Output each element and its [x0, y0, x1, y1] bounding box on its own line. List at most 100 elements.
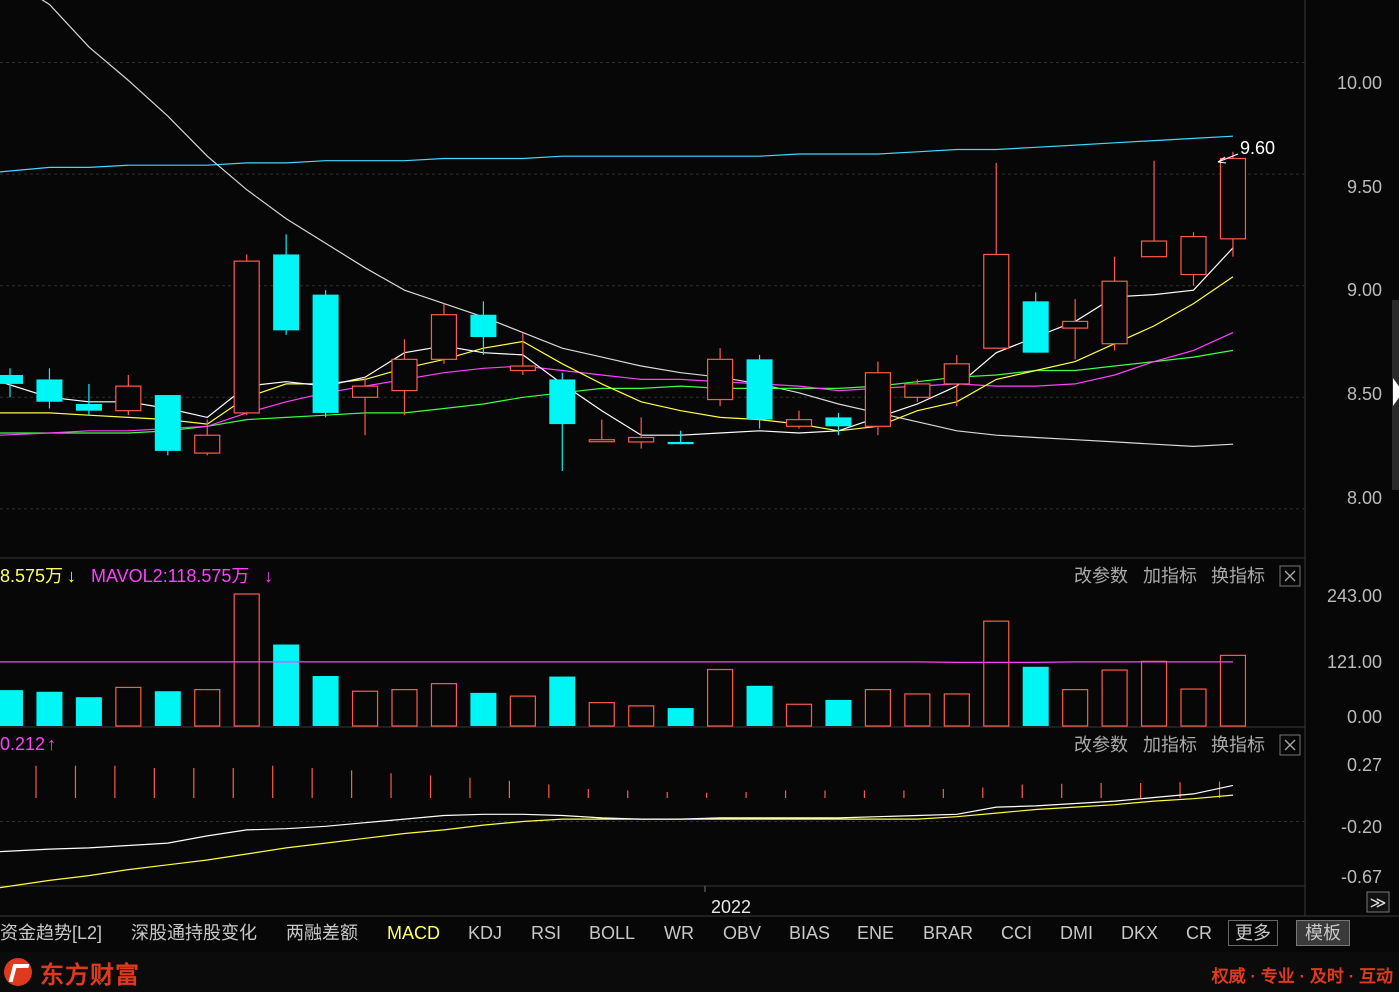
moving-average-lines [0, 0, 1234, 448]
tab-brar[interactable]: BRAR [923, 918, 973, 948]
volume-bar-up [1219, 654, 1247, 727]
macd-tick: -0.20 [1341, 817, 1382, 837]
macd-params-button[interactable]: 改参数 [1074, 735, 1128, 755]
volume-bar-up [904, 693, 931, 727]
candle-body-down [36, 379, 63, 402]
indicator-tab-bar: 资金趋势[L2] 深股通持股变化 两融差额 MACD KDJ RSI BOLL … [0, 918, 1399, 948]
volume-bar-down [273, 644, 300, 726]
brand-logo[interactable]: 东方财富 [4, 956, 140, 989]
candle-body-up [904, 383, 931, 398]
price-tick: 9.00 [1347, 280, 1382, 300]
candle-body-down [470, 314, 497, 338]
volume-bar-down [549, 676, 576, 726]
volume-bar-up [628, 705, 655, 727]
mavol1-legend: 8.575万 [0, 566, 63, 586]
tab-wr[interactable]: WR [664, 918, 694, 948]
volume-bar-down [36, 691, 63, 726]
slogan: 权威 · 专业 · 及时 · 互动 [1211, 967, 1393, 986]
volume-bar-up [706, 668, 734, 727]
ma250-line [0, 135, 1234, 173]
price-tick: 8.00 [1347, 488, 1382, 508]
macd-swap-indicator-button[interactable]: 换指标 [1211, 735, 1265, 755]
volume-bar-up [1180, 688, 1207, 727]
tab-boll[interactable]: BOLL [589, 918, 635, 948]
volume-bar-up [194, 689, 221, 727]
candle-body-up [509, 365, 536, 372]
tab-dmi[interactable]: DMI [1060, 918, 1093, 948]
candle-body-up [1180, 235, 1207, 276]
macd-add-indicator-button[interactable]: 加指标 [1143, 735, 1197, 755]
candle-body-up [1140, 240, 1168, 258]
volume-bar-down [1022, 666, 1049, 726]
candle-body-up [588, 439, 615, 443]
macd-legend-arrow: ↑ [47, 734, 56, 754]
logo-text: 东方财富 [40, 961, 140, 989]
expand-axis-button[interactable]: ≫ [1366, 891, 1390, 913]
tab-rsi[interactable]: RSI [531, 918, 561, 948]
volume-swap-indicator-button[interactable]: 换指标 [1211, 566, 1265, 586]
volume-tick: 121.00 [1327, 652, 1382, 672]
candle-body-down [1022, 301, 1049, 353]
macd-series [0, 765, 1305, 889]
mavol2-arrow: ↓ [264, 566, 273, 586]
tab-macd[interactable]: MACD [387, 918, 440, 948]
more-button[interactable]: 更多 [1228, 920, 1278, 946]
volume-bar-up [1101, 669, 1128, 727]
tab-cr[interactable]: CR [1186, 918, 1212, 948]
volume-params-button[interactable]: 改参数 [1074, 566, 1128, 586]
chart-canvas[interactable]: 9.60 10.00 9.50 9.00 8.50 8.00 8.575万 ↓ … [0, 0, 1399, 992]
tab-dkx[interactable]: DKX [1121, 918, 1158, 948]
tab-capital-trend[interactable]: 资金趋势[L2] [0, 918, 102, 948]
candle-body-up [628, 436, 655, 443]
max-price-label: 9.60 [1240, 138, 1275, 158]
candle-body-up [194, 434, 221, 454]
tab-margin-balance[interactable]: 两融差额 [286, 918, 358, 948]
macd-legend: 0.212 [0, 734, 45, 754]
tab-kdj[interactable]: KDJ [468, 918, 502, 948]
volume-bar-up [351, 690, 379, 727]
tab-ene[interactable]: ENE [857, 918, 894, 948]
volume-close-button[interactable] [1279, 565, 1301, 587]
volume-tick: 243.00 [1327, 586, 1382, 606]
candle-body-down [0, 374, 23, 384]
candle-body-down [549, 379, 576, 425]
volume-bar-up [391, 689, 418, 727]
year-label: 2022 [711, 897, 751, 917]
volume-tick: 0.00 [1347, 707, 1382, 727]
tab-cci[interactable]: CCI [1001, 918, 1032, 948]
candle-body-up [430, 314, 458, 360]
volume-bar-down [825, 699, 852, 726]
double-chevron-icon: ≫ [1370, 895, 1387, 912]
macd-tick: 0.27 [1347, 755, 1382, 775]
candle-body-up [115, 385, 142, 412]
close-icon [1284, 570, 1296, 582]
volume-bars [0, 593, 1247, 727]
candle-body-up [351, 385, 379, 398]
volume-bar-up [785, 703, 813, 727]
dea-line [0, 794, 1234, 889]
volume-bar-down [154, 691, 181, 726]
candle-body-up [233, 260, 260, 414]
ma10-line [0, 276, 1234, 432]
template-button[interactable]: 模板 [1296, 920, 1350, 946]
volume-add-indicator-button[interactable]: 加指标 [1143, 566, 1197, 586]
candle-body-up [943, 363, 970, 385]
price-tick: 10.00 [1337, 73, 1382, 93]
candle-body-up [983, 253, 1010, 349]
volume-bar-up [115, 686, 142, 727]
tab-obv[interactable]: OBV [723, 918, 761, 948]
volume-bar-up [1062, 689, 1089, 727]
ma60-line [41, 0, 1234, 448]
volume-bar-down [75, 697, 102, 726]
volume-bar-up [983, 620, 1010, 727]
tab-bias[interactable]: BIAS [789, 918, 830, 948]
volume-bar-down [0, 690, 23, 726]
macd-close-button[interactable] [1279, 734, 1301, 756]
volume-bar-down [470, 692, 497, 726]
mavol1-arrow: ↓ [67, 566, 76, 586]
candle-body-down [273, 254, 300, 331]
volume-bar-up [509, 695, 536, 727]
mavol2-legend: MAVOL2:118.575万 [91, 566, 249, 586]
candle-body-up [785, 419, 813, 427]
tab-hk-connect-holdings[interactable]: 深股通持股变化 [131, 918, 257, 948]
